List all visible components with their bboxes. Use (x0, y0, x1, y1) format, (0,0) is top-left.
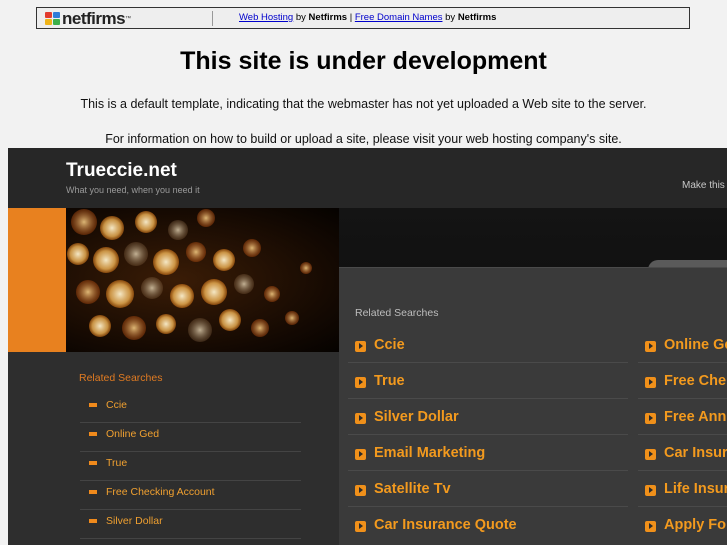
netfirms-bold-2: Netfirms (457, 12, 497, 23)
result-divider (638, 506, 727, 507)
arrow-box-icon (645, 377, 656, 388)
result-divider (348, 362, 628, 363)
result-link-label: Email Marketing (374, 445, 486, 461)
arrow-box-icon (645, 413, 656, 424)
arrow-box-icon (355, 341, 366, 352)
result-link-label: Silver Dollar (374, 409, 459, 425)
left-list-item[interactable]: True (80, 452, 301, 481)
netfirms-logo[interactable]: netfirms ™ (45, 9, 131, 29)
result-divider (348, 398, 628, 399)
left-list-item[interactable]: Silver Dollar (80, 510, 301, 539)
arrow-box-icon (645, 521, 656, 532)
result-divider (638, 434, 727, 435)
arrow-bullet-icon (89, 461, 97, 465)
arrow-bullet-icon (89, 432, 97, 436)
by-text-1: by (295, 12, 306, 23)
bokeh-lights-graphic (67, 209, 312, 342)
netfirms-logo-text: netfirms (62, 9, 126, 28)
bokeh-banner-image (66, 208, 339, 352)
arrow-box-icon (355, 485, 366, 496)
site-title[interactable]: Trueccie.net (66, 160, 177, 182)
result-divider (638, 398, 727, 399)
left-list-item-label: Free Checking Account (106, 486, 215, 498)
topbar-links: Web Hosting by Netfirms | Free Domain Na… (239, 12, 496, 23)
arrow-box-icon (645, 449, 656, 460)
arrow-bullet-icon (89, 490, 97, 494)
result-link-label: Life Insur (664, 481, 727, 497)
result-link-label: Free Ann (664, 409, 727, 425)
left-list-item-label: True (106, 457, 128, 469)
result-divider (638, 362, 727, 363)
result-link-label: Car Insurance Quote (374, 517, 517, 533)
arrow-box-icon (355, 413, 366, 424)
result-link-label: Car Insur (664, 445, 727, 461)
page-headline: This site is under development (180, 47, 547, 75)
by-text-2: by (445, 12, 456, 23)
result-divider (638, 470, 727, 471)
result-link-label: Free Che (664, 373, 727, 389)
arrow-bullet-icon (89, 403, 97, 407)
left-list-item[interactable]: Ccie (80, 394, 301, 423)
arrow-bullet-icon (89, 519, 97, 523)
result-link-label: Satellite Tv (374, 481, 451, 497)
netfirms-topbar: netfirms ™ Web Hosting by Netfirms | Fre… (36, 7, 690, 29)
left-list-item-label: Silver Dollar (106, 515, 163, 527)
hosting-info-note: For information on how to build or uploa… (105, 132, 622, 146)
left-list-item-label: Online Ged (106, 428, 160, 440)
left-list-item[interactable]: Free Checking Account (80, 481, 301, 510)
topbar-divider (212, 11, 213, 26)
main-related-searches-heading: Related Searches (355, 307, 439, 319)
left-related-searches-heading: Related Searches (79, 372, 163, 384)
result-divider (348, 470, 628, 471)
arrow-box-icon (355, 377, 366, 388)
netfirms-bold-1: Netfirms (308, 12, 348, 23)
result-link-label: Ccie (374, 337, 405, 353)
left-list-item-label: Ccie (106, 399, 128, 411)
arrow-box-icon (355, 449, 366, 460)
default-template-note: This is a default template, indicating t… (80, 97, 647, 111)
pipe-separator: | (349, 12, 353, 23)
parked-page-frame: Trueccie.net What you need, when you nee… (8, 148, 727, 545)
result-link-label: True (374, 373, 405, 389)
left-list-item[interactable]: Online Ged (80, 423, 301, 452)
result-link-label: Apply Fo (664, 517, 727, 533)
site-tagline: What you need, when you need it (66, 185, 200, 195)
result-divider (348, 506, 628, 507)
free-domain-names-link[interactable]: Free Domain Names (355, 12, 443, 23)
netfirms-logo-icon (45, 12, 61, 26)
trademark-mark: ™ (125, 16, 132, 22)
orange-accent-strip (8, 208, 66, 352)
arrow-box-icon (355, 521, 366, 532)
arrow-box-icon (645, 485, 656, 496)
arrow-box-icon (645, 341, 656, 352)
result-link-label: Online Ge (664, 337, 727, 353)
make-this-link[interactable]: Make this (682, 180, 725, 191)
result-divider (348, 434, 628, 435)
web-hosting-link[interactable]: Web Hosting (239, 12, 293, 23)
